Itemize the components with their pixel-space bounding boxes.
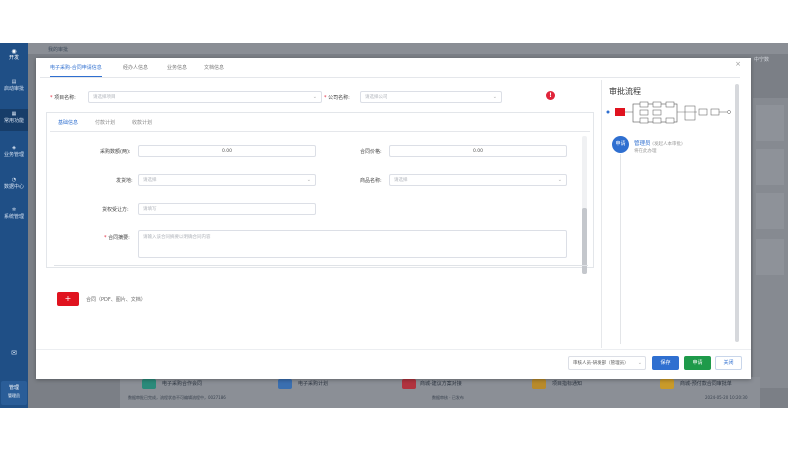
alert-icon[interactable]: ! [546, 91, 555, 100]
user-avatar[interactable]: 管理 管理员 [1, 381, 27, 405]
attachment-label: 合同（PDF、图片、文档） [86, 297, 146, 303]
footer-divider [36, 349, 751, 350]
chevron-down-icon: ⌄ [492, 94, 497, 100]
goods-label: 商品名称: [360, 178, 382, 184]
add-attachment-button[interactable]: + [57, 292, 79, 306]
bg-item-sub: 数据审核 · 已发布 [432, 395, 464, 400]
close-button[interactable]: 关闭 [715, 356, 742, 370]
bg-item-sub: 2024-05-20 10:20:30 [705, 395, 748, 400]
bg-item-title[interactable]: 电子采购合作会同 [162, 380, 202, 387]
tabs-divider [40, 77, 740, 78]
chevron-down-icon: ⌄ [637, 360, 642, 366]
receiver-input[interactable]: 请填写 [138, 203, 316, 215]
tab-basic-info[interactable]: 基础信息 [58, 116, 78, 130]
nav-item-label: 启动审批 [3, 86, 24, 92]
bg-item-title[interactable]: 项目指标通知 [552, 380, 582, 387]
save-button[interactable]: 保存 [652, 356, 679, 370]
background-card [756, 239, 784, 275]
company-select[interactable]: 请选择公司 ⌄ [360, 91, 502, 103]
inner-card-divider [54, 265, 588, 266]
project-label: * 项目名称: [50, 95, 76, 101]
approval-scrollbar[interactable] [735, 84, 739, 342]
app-icon [278, 379, 292, 389]
project-select[interactable]: 请选择项目 ⌄ [88, 91, 322, 103]
chevron-down-icon: ⌄ [312, 94, 317, 100]
supplier-label: 发货地: [116, 178, 133, 184]
nav-item-data-center[interactable]: ◔ 数据中心 [0, 177, 28, 190]
company-label: * 公司名称: [324, 95, 350, 101]
inner-tabs-divider [50, 131, 590, 132]
tab-receipt-plan[interactable]: 收款计划 [132, 116, 152, 130]
nav-item-label: 业务管理 [3, 152, 24, 158]
supplier-select[interactable]: 请选择 ⌄ [138, 174, 316, 186]
user-role: 管理员 [8, 393, 20, 398]
purchase-amount-label: 采购数额(两): [100, 149, 131, 155]
nav-item-label: 数据中心 [3, 184, 24, 190]
grid-icon: ▦ [11, 111, 17, 117]
background-header [28, 43, 788, 54]
background-card [756, 149, 784, 185]
app-logo[interactable]: ◉ 开发 [0, 49, 28, 62]
bg-item-title[interactable]: 商城-预付款合同审批单 [680, 380, 732, 387]
doc-icon: ▤ [11, 79, 17, 85]
nav-item-label: 常用功能 [3, 118, 24, 124]
user-name: 管理 [8, 385, 19, 391]
app-icon [532, 379, 546, 389]
tab-business-info[interactable]: 业务信息 [167, 60, 187, 77]
app-icon [660, 379, 674, 389]
chart-icon: ◔ [11, 177, 17, 183]
background-title: 我的审批 [48, 47, 69, 53]
goods-select[interactable]: 请选择 ⌄ [389, 174, 567, 186]
background-card [756, 193, 784, 229]
app-icon [142, 379, 156, 389]
approval-divider [601, 80, 602, 348]
tab-document-info[interactable]: 文档信息 [204, 60, 224, 77]
receiver-label: 货权受让方: [102, 207, 129, 213]
contract-price-input[interactable]: 0.00 [389, 145, 567, 157]
contract-price-label: 合同价格: [360, 149, 382, 155]
app-icon [402, 379, 416, 389]
tab-contract-info[interactable]: 电子采购-合同申请信息 [50, 60, 102, 77]
nav-item-common[interactable]: ▦ 常用功能 [0, 109, 28, 131]
chevron-down-icon: ⌄ [306, 177, 311, 183]
nav-item-start-approval[interactable]: ▤ 启动审批 [0, 79, 28, 92]
summary-label: * 合同摘要: [104, 235, 130, 241]
layers-icon: ◈ [12, 145, 16, 151]
nav-item-label: 系统管理 [3, 214, 24, 220]
background-card [756, 105, 784, 141]
mail-icon[interactable]: ✉ [0, 349, 28, 357]
close-icon[interactable]: × [734, 60, 742, 68]
bg-item-title[interactable]: 商城-建议方案对接 [420, 380, 462, 387]
gear-icon: ✲ [11, 207, 17, 213]
bg-item-title[interactable]: 电子采购计划 [298, 380, 328, 387]
approver-avatar: 申请 [612, 136, 629, 153]
purchase-amount-input[interactable]: 0.00 [138, 145, 316, 157]
nav-item-system[interactable]: ✲ 系统管理 [0, 207, 28, 220]
bg-item-sub: 数据审批已完成，流程状态不可编辑流程中，0027186 [128, 395, 226, 400]
approver-status: 将在此办理 [634, 149, 657, 154]
chevron-down-icon: ⌄ [557, 177, 562, 183]
left-nav: ◉ 开发 ▤ 启动审批 ▦ 常用功能 ◈ 业务管理 ◔ 数据中心 ✲ 系统管理 … [0, 43, 28, 408]
logo-label: 开发 [8, 55, 19, 61]
summary-textarea[interactable]: 请输入该合同摘要以明确合同内容 [138, 230, 567, 258]
tab-payment-plan[interactable]: 付款计划 [95, 116, 115, 130]
tab-handler-info[interactable]: 经办人信息 [123, 60, 148, 77]
approval-title: 审批流程 [609, 87, 641, 96]
approver-select[interactable]: 审核人员-研发部（管理员） ⌄ [568, 356, 646, 370]
apply-button[interactable]: 申请 [684, 356, 711, 370]
nav-item-business[interactable]: ◈ 业务管理 [0, 145, 28, 158]
approval-flow-diagram [606, 101, 731, 124]
timeline-line [620, 154, 621, 344]
background-top-right: 中宁数 [754, 57, 770, 63]
approver-name: 管理员 (发起人本审批) [634, 141, 683, 147]
